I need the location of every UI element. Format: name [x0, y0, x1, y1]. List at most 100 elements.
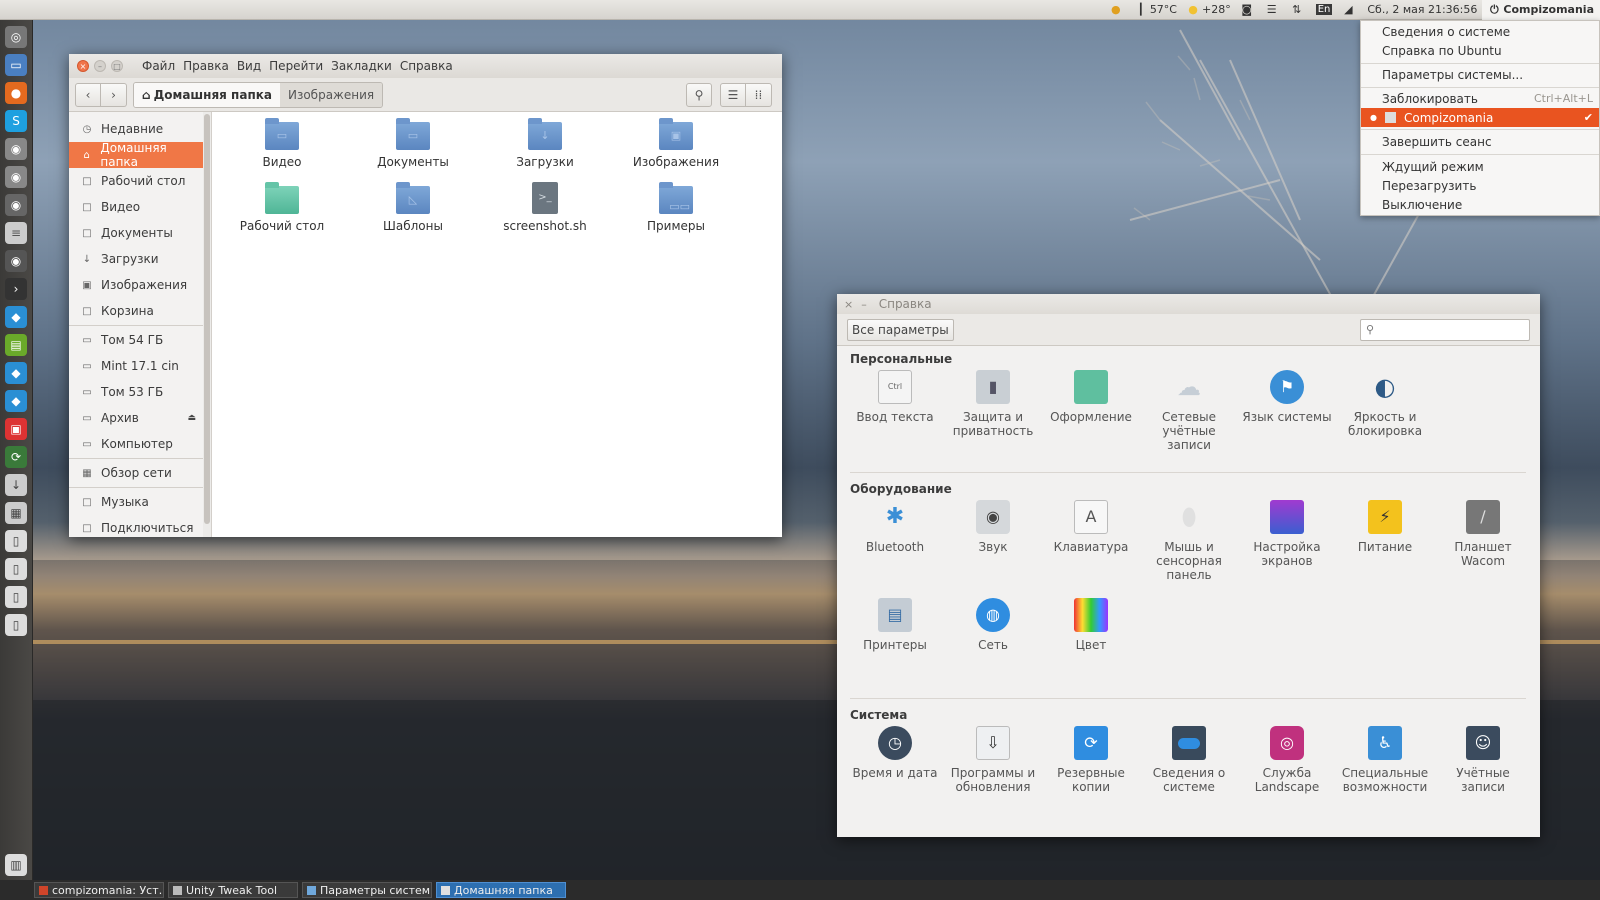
sidebar-item-music[interactable]: □ Музыка	[69, 489, 204, 515]
clock[interactable]: Сб., 2 мая 21:36:56	[1362, 0, 1482, 20]
sidebar-item-recent[interactable]: ◷ Недавние	[69, 116, 204, 142]
sidebar-item-home[interactable]: ⌂ Домашняя папка	[69, 141, 204, 169]
menu-item-restart[interactable]: Перезагрузить	[1361, 176, 1599, 195]
launcher-drive-icon[interactable]: ▯	[5, 558, 27, 580]
setting-network[interactable]: ◍ Сеть	[945, 598, 1041, 652]
close-icon[interactable]: ×	[77, 60, 89, 72]
file-item-screenshot-sh[interactable]: >_ screenshot.sh	[495, 182, 595, 233]
scrollbar-thumb[interactable]	[204, 114, 210, 524]
setting-system-details[interactable]: Сведения о системе	[1141, 726, 1237, 794]
launcher-files-icon[interactable]: ▭	[5, 54, 27, 76]
launcher-drive-icon[interactable]: ▯	[5, 614, 27, 636]
launcher-app-icon[interactable]: ◉	[5, 166, 27, 188]
launcher-drive-icon[interactable]: ▯	[5, 530, 27, 552]
setting-displays[interactable]: Настройка экранов	[1239, 500, 1335, 568]
task-system-settings[interactable]: Параметры системы	[302, 882, 432, 898]
launcher-terminal-icon[interactable]: ›	[5, 278, 27, 300]
setting-date-time[interactable]: ◷ Время и дата	[847, 726, 943, 780]
menu-item-suspend[interactable]: Ждущий режим	[1361, 157, 1599, 176]
setting-color[interactable]: Цвет	[1043, 598, 1139, 652]
file-item-desktop[interactable]: Рабочий стол	[232, 182, 332, 233]
setting-appearance[interactable]: Оформление	[1043, 370, 1139, 424]
task-compizomania[interactable]: compizomania: Уст…	[34, 882, 164, 898]
menu-item-lock[interactable]: Заблокировать Ctrl+Alt+L	[1361, 89, 1599, 108]
menu-item-logout[interactable]: Завершить сеанс	[1361, 132, 1599, 151]
sidebar-item-connect[interactable]: □ Подключиться	[69, 515, 204, 537]
settings-search-input[interactable]: ⚲	[1360, 318, 1530, 341]
setting-wacom[interactable]: ∕ Планшет Wacom	[1435, 500, 1531, 568]
network-indicator[interactable]: ⇅	[1286, 0, 1311, 20]
setting-sound[interactable]: ◉ Звук	[945, 500, 1041, 554]
file-item-documents[interactable]: ▭ Документы	[363, 118, 463, 169]
record-indicator[interactable]: ◙	[1236, 0, 1261, 20]
menu-item-shutdown[interactable]: Выключение	[1361, 195, 1599, 214]
setting-keyboard[interactable]: A Клавиатура	[1043, 500, 1139, 554]
sidebar-item-desktop[interactable]: □ Рабочий стол	[69, 168, 204, 194]
launcher-spreadsheet-icon[interactable]: ▤	[5, 334, 27, 356]
launcher-firefox-icon[interactable]: ●	[5, 82, 27, 104]
all-settings-button[interactable]: Все параметры	[847, 318, 954, 341]
sidebar-item-documents[interactable]: □ Документы	[69, 220, 204, 246]
bulb-indicator[interactable]: ●	[1105, 0, 1130, 20]
file-item-pictures[interactable]: ▣ Изображения	[626, 118, 726, 169]
menu-item-user[interactable]: ● Compizomania ✔	[1361, 108, 1599, 127]
task-unity-tweak-tool[interactable]: Unity Tweak Tool	[168, 882, 298, 898]
sidebar-item-trash[interactable]: □ Корзина	[69, 298, 204, 324]
launcher-app-icon[interactable]: ◉	[5, 138, 27, 160]
setting-printers[interactable]: ▤ Принтеры	[847, 598, 943, 652]
setting-landscape[interactable]: ◎ Служба Landscape	[1239, 726, 1335, 794]
task-home-folder[interactable]: Домашняя папка	[436, 882, 566, 898]
file-item-examples[interactable]: ▭▭ Примеры	[626, 182, 726, 233]
sidebar-item-computer[interactable]: ▭ Компьютер	[69, 431, 204, 457]
grid-view-button[interactable]: ⁞⁞	[746, 83, 772, 107]
setting-software-updates[interactable]: ⇩ Программы и обновления	[945, 726, 1041, 794]
menu-view[interactable]: Вид	[237, 59, 261, 73]
back-button[interactable]: ‹	[75, 82, 101, 107]
menu-go[interactable]: Перейти	[269, 59, 323, 73]
close-icon[interactable]: ×	[844, 298, 853, 311]
menu-file[interactable]: Файл	[142, 59, 175, 73]
cpu-temp-indicator[interactable]: ┃ 57°C	[1130, 0, 1182, 20]
menu-item-system-info[interactable]: Сведения о системе	[1361, 22, 1599, 41]
setting-language[interactable]: ⚑ Язык системы	[1239, 370, 1335, 424]
forward-button[interactable]: ›	[101, 82, 127, 107]
menu-bookmarks[interactable]: Закладки	[331, 59, 392, 73]
launcher-app-icon[interactable]: ◉	[5, 194, 27, 216]
file-item-templates[interactable]: ◺ Шаблоны	[363, 182, 463, 233]
sidebar-item-videos[interactable]: □ Видео	[69, 194, 204, 220]
list-indicator[interactable]: ☰	[1261, 0, 1286, 20]
launcher-camera-icon[interactable]: ◉	[5, 250, 27, 272]
session-indicator[interactable]: ⏻ Compizomania	[1482, 0, 1600, 20]
launcher-app-icon[interactable]: ▣	[5, 418, 27, 440]
signal-indicator[interactable]: ◢	[1337, 0, 1362, 20]
sidebar-item-volume-54[interactable]: ▭ Том 54 ГБ	[69, 327, 204, 353]
menu-help[interactable]: Справка	[400, 59, 453, 73]
minimize-icon[interactable]: –	[94, 60, 106, 72]
launcher-app-icon[interactable]: ◆	[5, 362, 27, 384]
maximize-icon[interactable]: □	[111, 60, 123, 72]
launcher-trash-icon[interactable]: ▥	[5, 854, 27, 876]
file-item-videos[interactable]: ▭ Видео	[232, 118, 332, 169]
sidebar-item-pictures[interactable]: ▣ Изображения	[69, 272, 204, 298]
menu-item-ubuntu-help[interactable]: Справка по Ubuntu	[1361, 41, 1599, 60]
breadcrumb-home[interactable]: ⌂ Домашняя папка	[134, 82, 280, 107]
launcher-skype-icon[interactable]: S	[5, 110, 27, 132]
search-button[interactable]: ⚲	[686, 83, 712, 107]
sidebar-item-mint[interactable]: ▭ Mint 17.1 cin	[69, 353, 204, 379]
setting-text-entry[interactable]: Ctrl Ввод текста	[847, 370, 943, 424]
sidebar-item-network[interactable]: ▦ Обзор сети	[69, 460, 204, 486]
minimize-icon[interactable]: –	[861, 298, 867, 311]
sidebar-scrollbar[interactable]	[203, 112, 211, 537]
setting-power[interactable]: ⚡ Питание	[1337, 500, 1433, 554]
weather-indicator[interactable]: ● +28°	[1182, 0, 1236, 20]
setting-online-accounts[interactable]: ☁ Сетевые учётные записи	[1141, 370, 1237, 452]
launcher-dash-icon[interactable]: ◎	[5, 26, 27, 48]
setting-bluetooth[interactable]: ✱ Bluetooth	[847, 500, 943, 555]
menu-edit[interactable]: Правка	[183, 59, 229, 73]
breadcrumb-pictures[interactable]: Изображения	[279, 82, 383, 107]
launcher-app-icon[interactable]: ⟳	[5, 446, 27, 468]
launcher-drive-icon[interactable]: ▯	[5, 586, 27, 608]
eject-icon[interactable]: ⏏	[187, 413, 196, 423]
sidebar-item-downloads[interactable]: ↓ Загрузки	[69, 246, 204, 272]
launcher-app-icon[interactable]: ▦	[5, 502, 27, 524]
